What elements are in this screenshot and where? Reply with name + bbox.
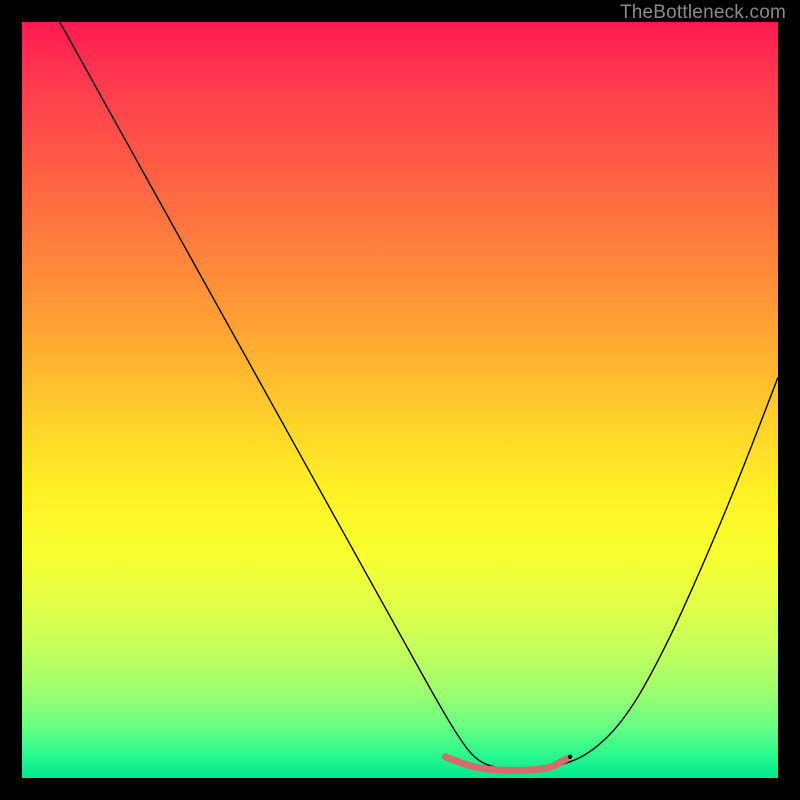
bottom-highlight-line xyxy=(445,757,566,771)
curve-dot-marker xyxy=(568,755,572,759)
chart-canvas: TheBottleneck.com xyxy=(0,0,800,800)
curve-line xyxy=(60,22,778,770)
watermark-text: TheBottleneck.com xyxy=(620,2,786,24)
chart-overlay xyxy=(22,22,778,778)
